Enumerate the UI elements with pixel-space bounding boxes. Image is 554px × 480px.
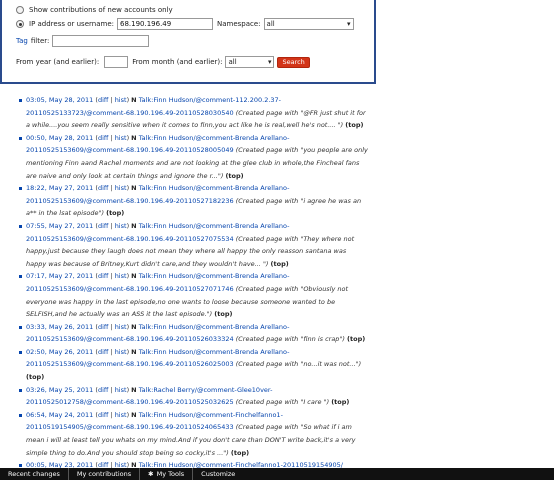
diff-link[interactable]: diff — [98, 272, 108, 280]
namespace-label: Namespace: — [216, 20, 261, 28]
new-page-flag: N — [131, 385, 137, 394]
new-page-flag: N — [131, 96, 137, 104]
list-item: 03:33, May 26, 2011 (diff | hist) N Talk… — [18, 321, 368, 346]
list-item: 06:54, May 24, 2011 (diff | hist) N Talk… — [18, 409, 368, 459]
date-filter-row: From year (and earlier): From month (and… — [16, 56, 310, 68]
customize-link[interactable]: Customize — [193, 468, 243, 480]
diff-link[interactable]: diff — [98, 222, 108, 230]
diff-link[interactable]: diff — [98, 134, 108, 142]
edit-summary: (Created page with "finn is crap") — [235, 335, 345, 344]
new-page-flag: N — [131, 272, 137, 281]
dropdown-arrow-icon: ▾ — [267, 58, 272, 66]
month-value: all — [228, 58, 237, 66]
diff-link[interactable]: diff — [98, 184, 108, 192]
edit-summary: (Created page with "no...it was not...") — [235, 360, 362, 369]
list-item: 18:22, May 27, 2011 (diff | hist) N Talk… — [18, 182, 368, 220]
top-marker: (top) — [347, 335, 366, 344]
hist-link[interactable]: hist — [115, 386, 127, 394]
my-tools-label: My Tools — [156, 470, 185, 478]
top-marker: (top) — [331, 398, 350, 407]
namespace-value: all — [266, 20, 275, 28]
entry-date-link[interactable]: 00:50, May 28, 2011 — [26, 134, 93, 142]
from-year-label: From year (and earlier): — [16, 58, 100, 66]
diff-link[interactable]: diff — [98, 411, 108, 419]
new-page-flag: N — [131, 221, 137, 230]
hist-link[interactable]: hist — [115, 222, 127, 230]
top-marker: (top) — [345, 121, 364, 130]
hist-link[interactable]: hist — [115, 134, 127, 142]
tag-filter-input[interactable] — [52, 35, 150, 47]
hist-link[interactable]: hist — [115, 348, 127, 356]
my-tools-menu[interactable]: ✱ My Tools — [140, 468, 194, 480]
show-new-accounts-radio[interactable] — [16, 6, 24, 14]
recent-changes-link[interactable]: Recent changes — [0, 468, 69, 480]
list-item: 00:50, May 28, 2011 (diff | hist) N Talk… — [18, 132, 368, 182]
ip-address-row: IP address or username: Namespace: all ▾ — [16, 18, 354, 30]
bottom-toolbar: Recent changes My contributions ✱ My Too… — [0, 468, 554, 480]
entry-date-link[interactable]: 07:55, May 27, 2011 — [26, 222, 93, 230]
from-month-label: From month (and earlier): — [132, 58, 223, 66]
list-item: 07:17, May 27, 2011 (diff | hist) N Talk… — [18, 270, 368, 320]
hist-link[interactable]: hist — [115, 323, 127, 331]
wrench-icon: ✱ — [148, 470, 154, 478]
top-marker: (top) — [225, 171, 244, 180]
edit-summary: (Created page with "I care ") — [235, 398, 330, 407]
filter-label: filter: — [30, 37, 50, 45]
new-page-flag: N — [131, 347, 137, 356]
hist-link[interactable]: hist — [115, 96, 127, 104]
contributions-form: Show contributions of new accounts only … — [0, 0, 376, 84]
new-page-flag: N — [131, 322, 137, 331]
diff-link[interactable]: diff — [98, 96, 108, 104]
entry-date-link[interactable]: 18:22, May 27, 2011 — [26, 184, 93, 192]
tag-link[interactable]: Tag — [16, 37, 28, 45]
diff-link[interactable]: diff — [98, 323, 108, 331]
ip-address-input[interactable] — [116, 18, 213, 30]
show-new-accounts-row: Show contributions of new accounts only — [16, 6, 173, 14]
search-button[interactable]: Search — [277, 56, 310, 68]
contributions-list: 03:05, May 28, 2011 (diff | hist) N Talk… — [18, 94, 368, 472]
entry-date-link[interactable]: 07:17, May 27, 2011 — [26, 272, 93, 280]
list-item: 07:55, May 27, 2011 (diff | hist) N Talk… — [18, 220, 368, 270]
list-item: 03:26, May 25, 2011 (diff | hist) N Talk… — [18, 384, 368, 409]
diff-link[interactable]: diff — [98, 386, 108, 394]
entry-date-link[interactable]: 06:54, May 24, 2011 — [26, 411, 93, 419]
top-marker: (top) — [270, 259, 289, 268]
list-item: 02:50, May 26, 2011 (diff | hist) N Talk… — [18, 346, 368, 384]
namespace-select[interactable]: all ▾ — [263, 18, 354, 30]
top-marker: (top) — [214, 310, 233, 319]
list-item: 03:05, May 28, 2011 (diff | hist) N Talk… — [18, 94, 368, 132]
tag-filter-row: Tag filter: — [16, 35, 150, 47]
my-contributions-link[interactable]: My contributions — [69, 468, 141, 480]
hist-link[interactable]: hist — [115, 411, 127, 419]
hist-link[interactable]: hist — [115, 272, 127, 280]
entry-date-link[interactable]: 02:50, May 26, 2011 — [26, 348, 93, 356]
entry-date-link[interactable]: 03:05, May 28, 2011 — [26, 96, 93, 104]
hist-link[interactable]: hist — [115, 184, 127, 192]
diff-link[interactable]: diff — [98, 348, 108, 356]
from-year-input[interactable] — [104, 56, 129, 68]
top-marker: (top) — [26, 373, 45, 382]
new-page-flag: N — [131, 133, 137, 142]
new-page-flag: N — [131, 410, 137, 419]
dropdown-arrow-icon: ▾ — [347, 20, 351, 28]
top-marker: (top) — [230, 448, 250, 457]
entry-date-link[interactable]: 03:26, May 25, 2011 — [26, 386, 93, 394]
top-marker: (top) — [106, 209, 125, 218]
month-select[interactable]: all ▾ — [225, 56, 275, 68]
ip-address-radio[interactable] — [16, 20, 24, 28]
ip-address-label: IP address or username: — [29, 20, 114, 28]
new-page-flag: N — [131, 184, 137, 193]
show-new-accounts-label: Show contributions of new accounts only — [29, 6, 173, 14]
entry-date-link[interactable]: 03:33, May 26, 2011 — [26, 323, 93, 331]
